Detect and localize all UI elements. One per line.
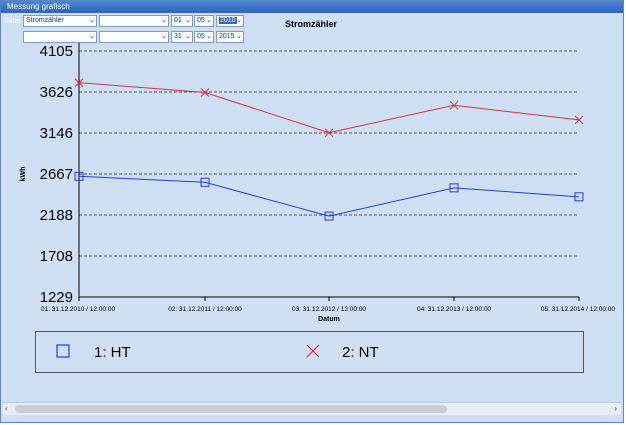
scrollbar-thumb[interactable]	[15, 405, 447, 413]
y-tick-label: 2667	[40, 166, 73, 183]
series-line	[78, 82, 580, 134]
x-tick-label: 02: 31.12.2011 / 12:00:00	[168, 306, 242, 313]
y-tick-label: 1708	[40, 248, 73, 265]
x-axis-label: Datum	[318, 316, 340, 323]
y-tick-label: 4105	[40, 43, 73, 60]
y-tick-label: 3146	[40, 125, 73, 142]
y-tick-label: 1229	[40, 289, 73, 306]
horizontal-scrollbar[interactable]: ‹ ›	[3, 402, 621, 415]
x-tick-label: 05: 31.12.2014 / 12:00:00	[541, 306, 615, 313]
legend-x-marker	[306, 344, 320, 358]
line-chart: 1229 1708 2188 2667 3146 3626 4105 01: 31.12.20…	[20, 43, 615, 323]
scroll-right-icon[interactable]: ›	[614, 403, 617, 415]
chart-window: Messung grafisch Filter Stromzähler ⌄ ⌄ 0…	[0, 0, 624, 423]
x-tick-label: 04: 31.12.2013 / 12:00:00	[417, 306, 491, 313]
scroll-left-icon[interactable]: ‹	[5, 403, 8, 415]
legend-square-marker	[56, 344, 70, 358]
y-axis-label: kWh	[20, 167, 27, 182]
x-tick-label: 01: 31.12.2010 / 12:00:00	[41, 306, 115, 313]
legend-label-ht: 1: HT	[94, 344, 131, 361]
legend-label-nt: 2: NT	[342, 344, 379, 361]
x-tick-label: 03: 31.12.2012 / 12:00:00	[292, 306, 366, 313]
chart-legend: 1: HT 2: NT	[35, 331, 584, 373]
y-tick-label: 3626	[40, 84, 73, 101]
y-tick-label: 2188	[40, 207, 73, 224]
series-line	[78, 175, 580, 217]
